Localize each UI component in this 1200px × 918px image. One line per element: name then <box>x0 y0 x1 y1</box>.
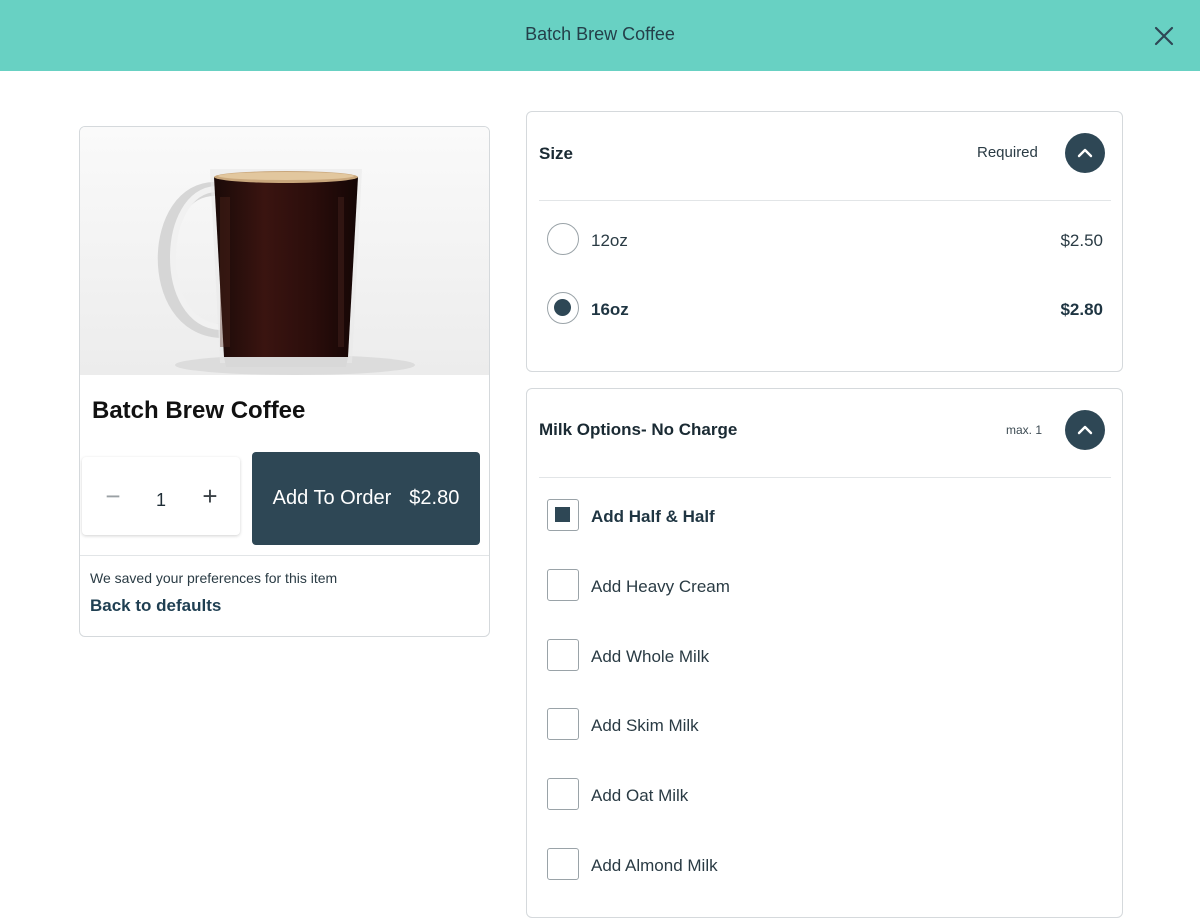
size-option-price: $2.50 <box>1060 231 1103 250</box>
milk-option-label: Add Heavy Cream <box>591 577 730 596</box>
collapse-milk-button[interactable] <box>1065 410 1105 450</box>
size-option-16oz[interactable]: 16oz $2.80 <box>547 292 1103 326</box>
back-to-defaults-link[interactable]: Back to defaults <box>90 596 221 616</box>
coffee-mug-image <box>80 127 489 375</box>
divider <box>539 477 1111 478</box>
divider <box>80 555 489 556</box>
product-card: Batch Brew Coffee − 1 + Add To Order $2.… <box>79 126 490 637</box>
quantity-stepper: − 1 + <box>82 457 240 535</box>
size-options-panel: Size Required 12oz $2.50 16oz $2.80 <box>526 111 1123 372</box>
increase-quantity-button[interactable]: + <box>195 481 225 511</box>
radio-button[interactable] <box>547 223 579 255</box>
milk-option-skim-milk[interactable]: Add Skim Milk <box>547 708 1103 742</box>
checkbox[interactable] <box>547 848 579 880</box>
milk-option-label: Add Almond Milk <box>591 856 718 875</box>
size-option-label: 12oz <box>591 231 628 250</box>
divider <box>539 200 1111 201</box>
size-option-label: 16oz <box>591 300 629 319</box>
milk-option-label: Add Oat Milk <box>591 786 689 805</box>
minus-icon: − <box>105 481 121 511</box>
size-group-title: Size <box>539 144 574 163</box>
checkbox-checked[interactable] <box>547 499 579 531</box>
radio-button-selected[interactable] <box>547 292 579 324</box>
chevron-up-icon <box>1065 410 1105 450</box>
size-option-price: $2.80 <box>1060 300 1103 319</box>
required-label: Required <box>977 144 1038 161</box>
milk-option-label: Add Half & Half <box>591 507 715 526</box>
milk-option-half-and-half[interactable]: Add Half & Half <box>547 499 1103 533</box>
milk-option-label: Add Whole Milk <box>591 647 710 666</box>
checkbox[interactable] <box>547 708 579 740</box>
collapse-size-button[interactable] <box>1065 133 1105 173</box>
milk-option-heavy-cream[interactable]: Add Heavy Cream <box>547 569 1103 603</box>
milk-group-title: Milk Options- No Charge <box>539 420 738 439</box>
top-bar: Batch Brew Coffee <box>0 0 1200 71</box>
product-title: Batch Brew Coffee <box>92 397 306 424</box>
add-to-order-price: $2.80 <box>409 487 460 509</box>
size-option-12oz[interactable]: 12oz $2.50 <box>547 223 1103 257</box>
close-button[interactable] <box>1150 22 1178 50</box>
saved-preferences-note: We saved your preferences for this item <box>90 570 338 586</box>
milk-options-panel: Milk Options- No Charge max. 1 Add Half … <box>526 388 1123 918</box>
product-image <box>80 127 489 375</box>
checkbox[interactable] <box>547 778 579 810</box>
quantity-value: 1 <box>155 490 166 510</box>
milk-option-label: Add Skim Milk <box>591 716 699 735</box>
chevron-up-icon <box>1065 133 1105 173</box>
checkbox[interactable] <box>547 639 579 671</box>
checkbox[interactable] <box>547 569 579 601</box>
add-to-order-label: Add To Order <box>272 487 392 509</box>
milk-option-oat-milk[interactable]: Add Oat Milk <box>547 778 1103 812</box>
close-icon <box>1150 22 1178 50</box>
milk-option-whole-milk[interactable]: Add Whole Milk <box>547 639 1103 673</box>
add-to-order-button[interactable]: Add To Order $2.80 <box>252 452 480 545</box>
plus-icon: + <box>202 481 218 511</box>
decrease-quantity-button[interactable]: − <box>98 481 128 511</box>
max-selection-label: max. 1 <box>1006 423 1043 437</box>
milk-option-almond-milk[interactable]: Add Almond Milk <box>547 848 1103 882</box>
page-title: Batch Brew Coffee <box>525 24 675 44</box>
